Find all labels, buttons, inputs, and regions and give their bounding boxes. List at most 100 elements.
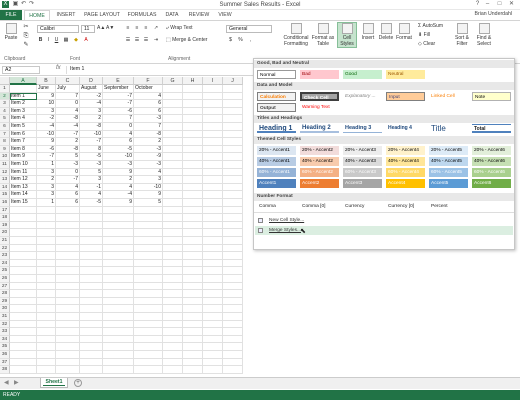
cell[interactable] [10, 259, 37, 268]
cell[interactable] [56, 305, 80, 313]
column-header[interactable]: J [223, 77, 243, 85]
add-sheet-icon[interactable]: + [74, 379, 82, 387]
cell[interactable]: 0 [56, 168, 80, 177]
cell[interactable] [223, 244, 243, 253]
column-title-cell[interactable]: July [56, 85, 80, 93]
cell[interactable] [10, 305, 37, 313]
cell[interactable] [183, 366, 203, 374]
column-title-cell[interactable]: September [103, 85, 134, 93]
style-swatch[interactable]: 20% - Accent3 [343, 146, 382, 155]
cell[interactable] [203, 206, 223, 215]
cell[interactable] [10, 297, 37, 306]
cell[interactable] [183, 199, 203, 207]
cell[interactable] [103, 252, 134, 260]
cell[interactable] [223, 107, 243, 116]
sheet-tab-sheet1[interactable]: Sheet1 [40, 378, 68, 388]
cell[interactable] [56, 206, 80, 215]
shrink-font-icon[interactable]: A▼ [106, 25, 114, 31]
row-header[interactable]: 9 [0, 145, 10, 154]
row-header[interactable]: 32 [0, 320, 10, 329]
cell[interactable] [183, 358, 203, 367]
cell[interactable] [56, 313, 80, 321]
worksheet-grid[interactable]: A B C D E F G H I J 1 June July August September Octobe… [0, 77, 253, 377]
align-left-icon[interactable]: ☰ [124, 37, 132, 43]
cell[interactable] [37, 206, 56, 215]
cell[interactable]: 4 [103, 130, 134, 139]
cell[interactable] [134, 275, 163, 283]
cell[interactable] [103, 244, 134, 253]
cell[interactable]: -3 [134, 145, 163, 154]
style-swatch[interactable]: Total [472, 124, 511, 133]
cell[interactable] [223, 191, 243, 199]
merge-center-button[interactable]: ⬚ Merge & Center [166, 37, 214, 43]
cell[interactable] [37, 328, 56, 336]
cell[interactable] [134, 244, 163, 253]
comma-icon[interactable]: , [246, 37, 255, 43]
cell[interactable]: 10 [37, 100, 56, 108]
style-swatch[interactable]: 60% - Accent3 [343, 168, 382, 177]
cell[interactable] [80, 259, 103, 268]
cell[interactable]: 4 [134, 92, 163, 101]
style-swatch[interactable]: Check Cell [300, 92, 339, 101]
cell[interactable] [103, 351, 134, 359]
cell[interactable] [163, 199, 183, 207]
cell[interactable] [163, 343, 183, 351]
cell[interactable]: 4 [56, 183, 80, 192]
cell[interactable] [183, 259, 203, 268]
cell[interactable]: -7 [56, 130, 80, 139]
cell[interactable]: 3 [134, 176, 163, 184]
row-header[interactable]: 26 [0, 275, 10, 283]
cell[interactable] [56, 335, 80, 344]
cell[interactable] [10, 328, 37, 336]
cell[interactable] [103, 206, 134, 215]
cell[interactable] [163, 275, 183, 283]
copy-icon[interactable]: ⎘ [22, 33, 30, 39]
cell[interactable] [223, 259, 243, 268]
cell[interactable]: -6 [103, 107, 134, 116]
style-swatch[interactable]: 60% - Accent5 [429, 168, 468, 177]
cell[interactable]: -3 [103, 161, 134, 169]
cell[interactable] [183, 130, 203, 139]
cell[interactable] [223, 328, 243, 336]
row-header[interactable]: 8 [0, 138, 10, 146]
cell[interactable] [183, 328, 203, 336]
sort-filter-button[interactable]: Sort & Filter [452, 23, 472, 47]
cell[interactable] [183, 138, 203, 146]
cell[interactable] [223, 366, 243, 374]
cell[interactable]: 9 [103, 199, 134, 207]
row-header[interactable]: 27 [0, 282, 10, 291]
cell[interactable]: -9 [134, 153, 163, 161]
cell[interactable]: -3 [80, 161, 103, 169]
cell[interactable] [163, 351, 183, 359]
style-swatch[interactable]: Note [472, 92, 511, 101]
row-header[interactable]: 7 [0, 130, 10, 139]
cell[interactable] [80, 343, 103, 351]
cell[interactable] [163, 358, 183, 367]
cell[interactable] [56, 267, 80, 275]
cell[interactable] [163, 320, 183, 329]
cell[interactable] [37, 229, 56, 237]
cell[interactable]: -1 [80, 183, 103, 192]
fill-color-icon[interactable]: ◆ [72, 37, 80, 43]
cell[interactable] [80, 328, 103, 336]
grow-font-icon[interactable]: A▲ [97, 25, 105, 31]
cell[interactable] [203, 183, 223, 192]
cell[interactable] [183, 214, 203, 222]
cell[interactable] [134, 229, 163, 237]
close-icon[interactable]: ✕ [508, 1, 515, 8]
cell[interactable] [103, 229, 134, 237]
cell[interactable] [80, 244, 103, 253]
cell[interactable]: -4 [56, 123, 80, 131]
column-header[interactable]: H [183, 77, 203, 85]
cell[interactable] [163, 92, 183, 101]
cell[interactable] [223, 92, 243, 101]
style-swatch[interactable]: 20% - Accent5 [429, 146, 468, 155]
align-right-icon[interactable]: ☰ [142, 37, 150, 43]
cell[interactable]: Item 9 [10, 153, 37, 161]
tab-page-layout[interactable]: PAGE LAYOUT [80, 10, 124, 20]
row-header[interactable]: 12 [0, 168, 10, 177]
format-button[interactable]: Format [396, 23, 412, 41]
cell[interactable] [103, 221, 134, 230]
cell[interactable] [103, 358, 134, 367]
row-header[interactable]: 15 [0, 191, 10, 199]
